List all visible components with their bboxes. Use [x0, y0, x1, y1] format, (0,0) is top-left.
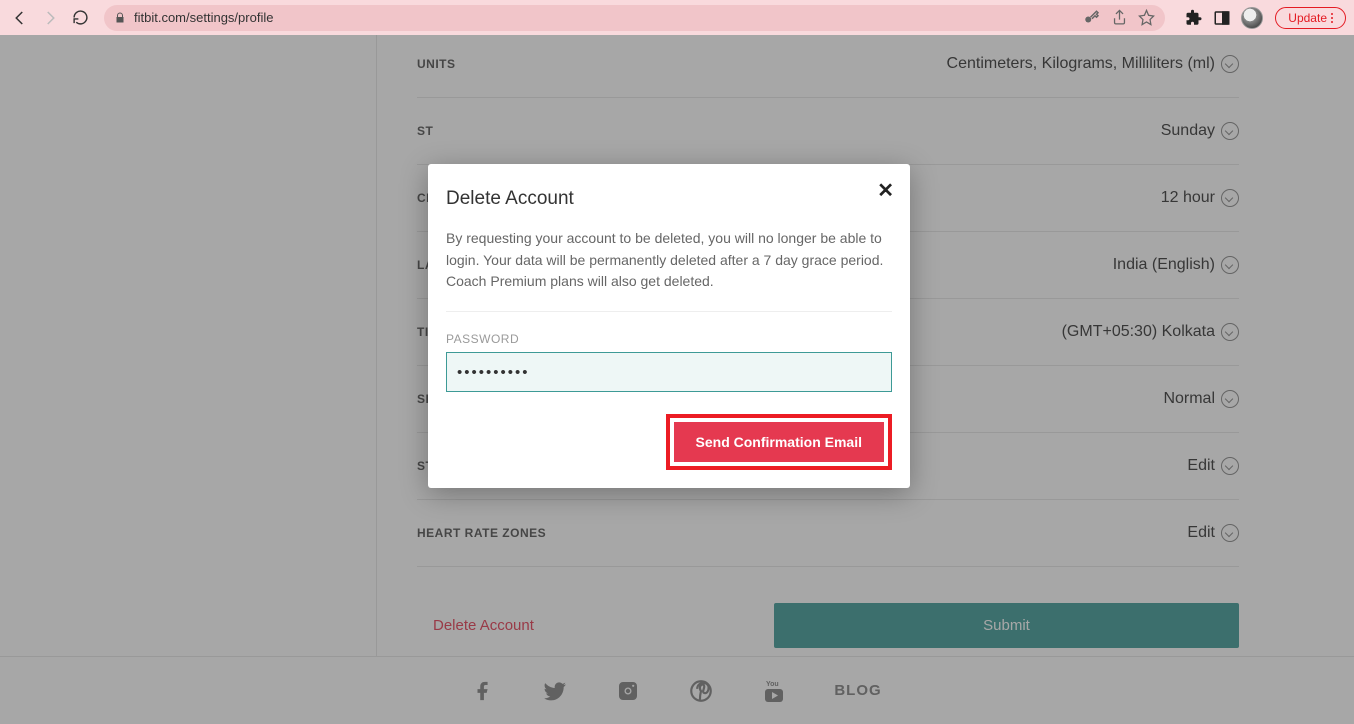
- share-icon[interactable]: [1111, 9, 1128, 26]
- modal-title: Delete Account: [446, 188, 892, 210]
- extensions-icon[interactable]: [1185, 9, 1203, 27]
- panel-icon[interactable]: [1213, 9, 1231, 27]
- extension-icons: [1185, 7, 1263, 29]
- password-input[interactable]: [446, 352, 892, 392]
- address-bar[interactable]: fitbit.com/settings/profile: [104, 5, 1165, 31]
- back-button[interactable]: [8, 6, 32, 30]
- lock-icon: [114, 11, 126, 25]
- forward-button[interactable]: [38, 6, 62, 30]
- update-button[interactable]: Update: [1275, 7, 1346, 29]
- url-text: fitbit.com/settings/profile: [134, 10, 1075, 25]
- delete-account-modal: ✕ Delete Account By requesting your acco…: [428, 164, 910, 488]
- update-label: Update: [1288, 11, 1327, 25]
- key-icon[interactable]: [1083, 9, 1101, 27]
- password-label: PASSWORD: [446, 332, 892, 346]
- modal-body-text: By requesting your account to be deleted…: [446, 228, 892, 312]
- star-icon[interactable]: [1138, 9, 1155, 26]
- reload-button[interactable]: [68, 6, 92, 30]
- send-confirmation-button[interactable]: Send Confirmation Email: [674, 422, 884, 462]
- page-wrap: UNITS Centimeters, Kilograms, Milliliter…: [0, 35, 1354, 724]
- browser-toolbar: fitbit.com/settings/profile Update: [0, 0, 1354, 35]
- address-bar-icons: [1083, 9, 1155, 27]
- menu-dots-icon: [1331, 13, 1333, 23]
- highlight-annotation: Send Confirmation Email: [666, 414, 892, 470]
- profile-avatar[interactable]: [1241, 7, 1263, 29]
- close-icon[interactable]: ✕: [877, 178, 894, 203]
